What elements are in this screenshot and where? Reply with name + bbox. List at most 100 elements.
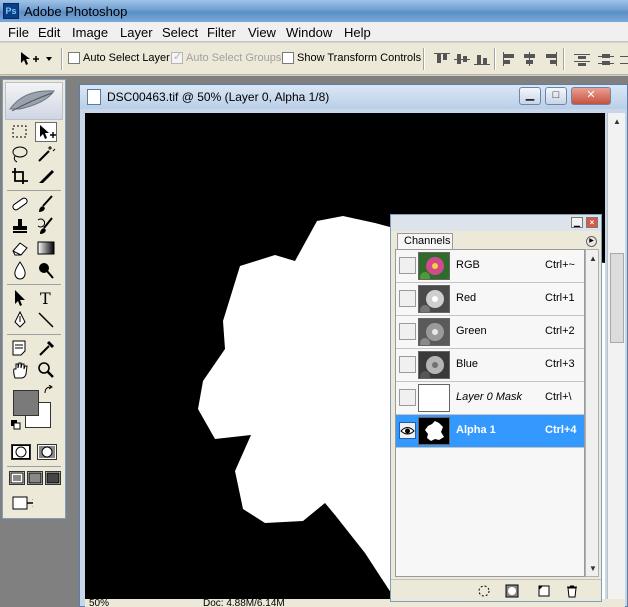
slice-tool[interactable] [35, 166, 57, 186]
align-bottom-icon[interactable] [474, 52, 490, 66]
document-title: DSC00463.tif @ 50% (Layer 0, Alpha 1/8) [107, 90, 330, 104]
load-selection-icon[interactable] [477, 584, 491, 598]
history-brush-icon [37, 217, 53, 234]
channel-name: RGB [456, 259, 480, 271]
gradient-tool[interactable] [35, 238, 57, 258]
zoom-tool[interactable] [35, 360, 57, 380]
scroll-down-arrow-icon[interactable]: ▼ [586, 562, 600, 576]
visibility-toggle[interactable] [399, 422, 416, 439]
eyedropper-tool[interactable] [35, 338, 57, 358]
pen-tool[interactable] [9, 310, 31, 330]
visibility-toggle[interactable] [399, 356, 416, 373]
visibility-toggle[interactable] [399, 389, 416, 406]
path-selection-tool[interactable] [9, 288, 31, 308]
menu-edit[interactable]: Edit [38, 25, 60, 40]
menu-image[interactable]: Image [72, 25, 108, 40]
notes-tool[interactable] [9, 338, 31, 358]
grayscale-flower-thumbnail [418, 318, 450, 346]
tool-preset-picker[interactable] [18, 51, 54, 67]
save-selection-icon[interactable] [505, 584, 519, 598]
hand-tool[interactable] [9, 360, 31, 380]
marquee-tool[interactable] [9, 122, 31, 142]
align-right-icon[interactable] [542, 52, 558, 66]
swap-colors-icon[interactable] [43, 385, 55, 397]
panel-close-button[interactable]: × [586, 217, 598, 228]
brush-tool[interactable] [35, 194, 57, 214]
separator [563, 48, 565, 70]
auto-select-groups-checkbox[interactable] [171, 50, 183, 64]
tool-divider [7, 284, 61, 285]
auto-select-layer-checkbox[interactable] [68, 52, 80, 64]
align-left-icon[interactable] [502, 52, 518, 66]
visibility-toggle[interactable] [399, 290, 416, 307]
bandage-icon [12, 197, 28, 211]
align-vertical-center-icon[interactable] [454, 52, 470, 66]
channel-row-rgb[interactable]: RGB Ctrl+~ [396, 250, 584, 283]
panel-minimize-button[interactable]: ▁ [571, 217, 583, 228]
foreground-color-swatch[interactable] [13, 390, 39, 416]
screen-mode-standard-button[interactable] [9, 471, 25, 485]
distribute-top-icon[interactable] [574, 52, 590, 66]
visibility-toggle[interactable] [399, 257, 416, 274]
channel-shortcut: Ctrl+3 [545, 358, 575, 370]
feather-icon [9, 90, 55, 112]
menu-view[interactable]: View [248, 25, 276, 40]
jump-to-imageready-button[interactable] [11, 492, 57, 514]
show-transform-controls-checkbox[interactable] [282, 52, 294, 64]
channel-row-green[interactable]: Green Ctrl+2 [396, 316, 584, 349]
screen-mode-full-button[interactable] [45, 471, 61, 485]
healing-brush-tool[interactable] [9, 194, 31, 214]
quick-mask-mode-button[interactable] [37, 444, 57, 460]
document-vertical-scrollbar[interactable]: ▲ [607, 113, 625, 599]
magic-wand-tool[interactable] [35, 144, 57, 164]
panel-titlebar[interactable]: ▁ × [391, 215, 601, 231]
note-icon [12, 340, 26, 356]
scroll-up-arrow-icon[interactable]: ▲ [586, 252, 600, 266]
slice-knife-icon [39, 170, 54, 183]
clone-stamp-tool[interactable] [9, 216, 31, 236]
maximize-button[interactable]: □ [545, 87, 567, 105]
distribute-bottom-icon[interactable] [620, 52, 628, 66]
minimize-button[interactable]: ▁ [519, 87, 541, 105]
zoom-level[interactable]: 50% [89, 599, 109, 607]
screen-mode-menu-button[interactable] [27, 471, 43, 485]
default-colors-icon[interactable] [11, 420, 21, 430]
panel-menu-arrow-icon[interactable]: ▶ [586, 236, 597, 247]
close-button[interactable]: ✕ [571, 87, 611, 105]
channels-scrollbar[interactable]: ▲ ▼ [585, 249, 599, 577]
visibility-toggle[interactable] [399, 323, 416, 340]
tab-channels[interactable]: Channels [397, 233, 453, 249]
align-horizontal-center-icon[interactable] [522, 52, 538, 66]
document-titlebar[interactable]: DSC00463.tif @ 50% (Layer 0, Alpha 1/8) … [80, 85, 627, 109]
type-tool[interactable]: T [35, 288, 57, 308]
menu-select[interactable]: Select [162, 25, 198, 40]
menu-file[interactable]: File [8, 25, 29, 40]
scroll-up-arrow-icon[interactable]: ▲ [610, 115, 624, 129]
tools-header[interactable] [5, 82, 63, 120]
menu-filter[interactable]: Filter [207, 25, 236, 40]
move-tool[interactable] [35, 122, 57, 142]
standard-mode-icon [15, 446, 27, 458]
trash-icon[interactable] [565, 584, 579, 598]
dodge-tool[interactable] [35, 260, 57, 280]
distribute-vertical-center-icon[interactable] [598, 52, 614, 66]
menu-help[interactable]: Help [344, 25, 371, 40]
lasso-tool[interactable] [9, 144, 31, 164]
channel-row-red[interactable]: Red Ctrl+1 [396, 283, 584, 316]
scroll-thumb[interactable] [610, 253, 624, 343]
eraser-tool[interactable] [9, 238, 31, 258]
line-tool[interactable] [35, 310, 57, 330]
crop-tool[interactable] [9, 166, 31, 186]
align-top-icon[interactable] [434, 52, 450, 66]
channel-row-blue[interactable]: Blue Ctrl+3 [396, 349, 584, 382]
screen-mode-icon [46, 472, 60, 484]
menu-layer[interactable]: Layer [120, 25, 153, 40]
channel-row-alpha-1[interactable]: Alpha 1 Ctrl+4 [396, 415, 584, 448]
lasso-icon [12, 146, 28, 163]
blur-tool[interactable] [9, 260, 31, 280]
history-brush-tool[interactable] [35, 216, 57, 236]
channel-row-layer-mask[interactable]: Layer 0 Mask Ctrl+\ [396, 382, 584, 415]
standard-mode-button[interactable] [11, 444, 31, 460]
new-channel-icon[interactable] [537, 584, 551, 598]
menu-window[interactable]: Window [286, 25, 332, 40]
